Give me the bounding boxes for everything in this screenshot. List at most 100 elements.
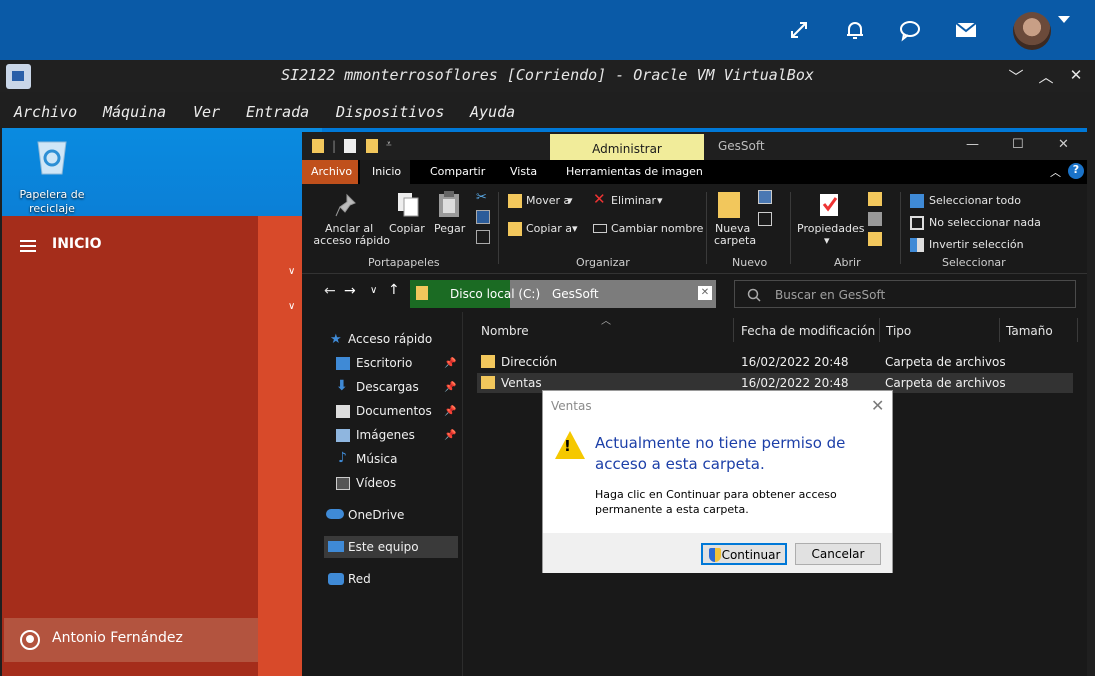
nav-acceso-rapido[interactable]: Acceso rápido xyxy=(348,332,432,346)
close-icon[interactable]: ✕ xyxy=(871,396,884,415)
clear-address-icon[interactable]: ✕ xyxy=(698,286,712,300)
mail-icon[interactable] xyxy=(954,18,978,42)
pegar-button[interactable]: Pegar xyxy=(434,222,465,235)
chevron-down-icon[interactable]: ∨ xyxy=(288,301,298,312)
vbox-menubar: Archivo Máquina Ver Entrada Dispositivos… xyxy=(0,96,1095,128)
ribbon-collapse-icon[interactable]: ︿ xyxy=(1050,164,1061,180)
start-user-button[interactable]: Antonio Fernández xyxy=(4,618,258,662)
copy-path-icon[interactable] xyxy=(476,210,490,224)
expand-icon[interactable] xyxy=(787,18,811,42)
vbox-title-bar: SI2122 mmonterrosoflores [Corriendo] - O… xyxy=(0,60,1095,92)
address-segment-disco[interactable]: Disco local (C:) xyxy=(450,287,540,301)
recent-dropdown-icon[interactable]: ∨ xyxy=(370,285,377,296)
menu-archivo[interactable]: Archivo xyxy=(14,103,77,121)
pictures-icon xyxy=(336,429,350,442)
eliminar-button[interactable]: Eliminar xyxy=(611,194,656,207)
help-icon[interactable]: ? xyxy=(1068,163,1084,179)
up-arrow-icon[interactable]: ↑ xyxy=(388,282,400,298)
column-separator[interactable] xyxy=(879,318,880,342)
tab-inicio[interactable]: Inicio xyxy=(360,160,410,184)
anclar-label-2[interactable]: acceso rápido xyxy=(310,234,390,247)
pin-icon[interactable]: 📌 xyxy=(444,406,456,417)
column-separator[interactable] xyxy=(999,318,1000,342)
tab-archivo[interactable]: Archivo xyxy=(302,160,358,184)
new-folder-icon[interactable] xyxy=(366,139,378,153)
copiar-button[interactable]: Copiar xyxy=(389,222,425,235)
continue-button[interactable]: Continuar xyxy=(701,543,787,565)
minimize-icon[interactable]: — xyxy=(966,137,979,152)
open-icon[interactable] xyxy=(868,192,882,206)
start-title[interactable]: INICIO xyxy=(52,236,102,252)
address-bar[interactable]: Disco local (C:) GesSoft ✕ xyxy=(410,280,716,308)
recycle-bin-label[interactable]: Papelera de reciclaje xyxy=(12,188,92,216)
column-separator[interactable] xyxy=(1077,318,1078,342)
menu-maquina[interactable]: Máquina xyxy=(103,103,166,121)
back-arrow-icon[interactable]: ← xyxy=(324,283,336,299)
dialog-heading: Actualmente no tiene permiso de acceso a… xyxy=(595,434,846,473)
nav-videos[interactable]: Vídeos xyxy=(356,476,396,490)
seleccionar-todo-button[interactable]: Seleccionar todo xyxy=(929,194,1021,207)
menu-entrada[interactable]: Entrada xyxy=(246,103,309,121)
column-tipo[interactable]: Tipo xyxy=(886,324,911,338)
history-icon[interactable] xyxy=(868,232,882,246)
tab-vista[interactable]: Vista xyxy=(510,165,537,178)
table-row[interactable]: Dirección 16/02/2022 20:48 Carpeta de ar… xyxy=(477,352,1073,372)
tab-herramientas[interactable]: Herramientas de imagen xyxy=(566,165,703,178)
pin-icon[interactable]: 📌 xyxy=(444,430,456,441)
nav-este-equipo[interactable]: Este equipo xyxy=(348,540,419,554)
menu-dispositivos[interactable]: Dispositivos xyxy=(336,103,444,121)
maximize-icon[interactable]: ☐ xyxy=(1012,137,1024,152)
no-seleccionar-button[interactable]: No seleccionar nada xyxy=(929,216,1041,229)
folder-icon[interactable] xyxy=(312,139,324,153)
invertir-seleccion-button[interactable]: Invertir selección xyxy=(929,238,1024,251)
column-tamano[interactable]: Tamaño xyxy=(1006,324,1053,338)
pin-icon[interactable]: 📌 xyxy=(444,382,456,393)
maximize-icon[interactable]: ︿ xyxy=(1036,66,1056,86)
nav-descargas[interactable]: Descargas xyxy=(356,380,419,394)
recycle-bin-icon[interactable] xyxy=(32,138,72,176)
hamburger-icon[interactable] xyxy=(20,240,36,252)
chat-icon[interactable] xyxy=(898,18,922,42)
forward-arrow-icon[interactable]: → xyxy=(344,283,356,299)
nav-red[interactable]: Red xyxy=(348,572,371,586)
mover-dropdown-icon[interactable]: ▾ xyxy=(567,194,573,207)
new-item-icon[interactable] xyxy=(758,190,772,204)
cancel-button[interactable]: Cancelar xyxy=(795,543,881,565)
menu-ayuda[interactable]: Ayuda xyxy=(470,103,515,121)
column-separator[interactable] xyxy=(733,318,734,342)
nueva-carpeta-label-2[interactable]: carpeta xyxy=(714,234,756,247)
nav-imagenes[interactable]: Imágenes xyxy=(356,428,415,442)
paste-shortcut-icon[interactable] xyxy=(476,230,490,244)
copiar-a-button[interactable]: Copiar a xyxy=(526,222,572,235)
pin-icon[interactable]: 📌 xyxy=(444,358,456,369)
tab-administrar[interactable]: Administrar xyxy=(550,134,704,162)
properties-icon[interactable] xyxy=(344,139,356,153)
nav-musica[interactable]: Música xyxy=(356,452,398,466)
propiedades-dropdown-icon[interactable]: ▾ xyxy=(824,234,830,247)
qat-dropdown-icon[interactable]: ⩡ xyxy=(386,139,392,150)
column-fecha[interactable]: Fecha de modificación xyxy=(741,324,875,338)
cambiar-nombre-button[interactable]: Cambiar nombre xyxy=(611,222,703,235)
edit-icon[interactable] xyxy=(868,212,882,226)
search-input[interactable]: Buscar en GesSoft xyxy=(734,280,1076,308)
nav-escritorio[interactable]: Escritorio xyxy=(356,356,412,370)
column-nombre[interactable]: Nombre xyxy=(481,324,529,338)
cut-icon[interactable]: ✂ xyxy=(476,190,487,205)
bell-icon[interactable] xyxy=(843,18,867,42)
chevron-down-icon[interactable] xyxy=(1058,16,1070,23)
address-segment-gessoft[interactable]: GesSoft xyxy=(552,287,599,301)
propiedades-button[interactable]: Propiedades xyxy=(797,222,864,235)
eliminar-dropdown-icon[interactable]: ▾ xyxy=(657,194,663,207)
easy-access-icon[interactable] xyxy=(758,212,772,226)
close-icon[interactable]: ✕ xyxy=(1058,137,1069,152)
nav-onedrive[interactable]: OneDrive xyxy=(348,508,404,522)
nav-documentos[interactable]: Documentos xyxy=(356,404,432,418)
chevron-down-icon[interactable]: ∨ xyxy=(288,266,298,277)
mover-button[interactable]: Mover a xyxy=(526,194,570,207)
menu-ver[interactable]: Ver xyxy=(193,103,220,121)
tab-compartir[interactable]: Compartir xyxy=(430,165,485,178)
close-icon[interactable]: ✕ xyxy=(1066,66,1086,86)
avatar[interactable] xyxy=(1013,12,1051,50)
minimize-icon[interactable]: ﹀ xyxy=(1006,66,1026,86)
copiar-a-dropdown-icon[interactable]: ▾ xyxy=(572,222,578,235)
